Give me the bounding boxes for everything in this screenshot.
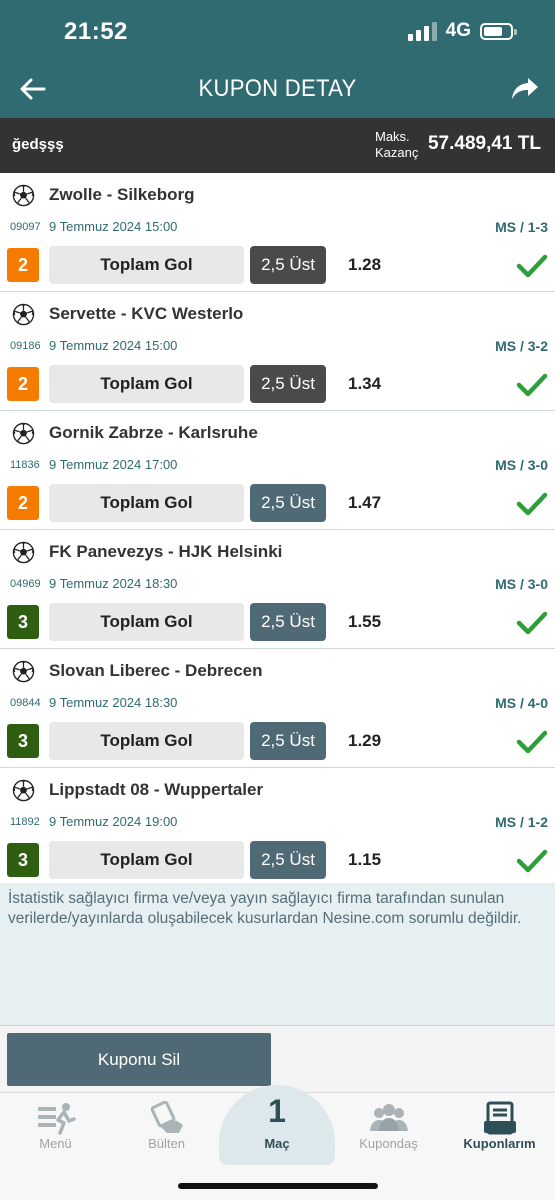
coupon-summary: ğedşşş Maks. Kazanç 57.489,41 TL: [0, 118, 555, 173]
check-icon: [516, 373, 548, 397]
mbs-badge: 3: [7, 843, 39, 877]
status-time: 21:52: [64, 18, 128, 45]
disclaimer-text: İstatistik sağlayıcı firma ve/veya yayın…: [8, 890, 522, 927]
selection-badge: 2,5 Üst: [250, 246, 326, 284]
match-teams: Gornik Zabrze - Karlsruhe: [49, 423, 258, 442]
soccer-ball-icon: [12, 779, 35, 802]
odd-value: 1.34: [348, 374, 382, 393]
odd-value: 1.55: [348, 612, 382, 631]
selection-badge: 2,5 Üst: [250, 841, 326, 879]
odd-value: 1.28: [348, 255, 382, 274]
match-date: 9 Temmuz 2024 18:30: [49, 576, 178, 591]
match-code: 11836: [10, 459, 40, 471]
max-winnings-value: 57.489,41 TL: [427, 133, 541, 154]
match-code: 09844: [10, 697, 41, 709]
home-indicator: [178, 1183, 378, 1189]
people-icon: [369, 1104, 408, 1131]
network-type: 4G: [445, 20, 471, 41]
menu-runner-icon: [37, 1103, 76, 1135]
match-result: MS / 4-0: [495, 695, 548, 711]
match-code: 04969: [10, 578, 41, 590]
disclaimer-area: İstatistik sağlayıcı firma ve/veya yayın…: [0, 883, 555, 1025]
share-icon[interactable]: [511, 76, 539, 102]
tab-kuponlarim-label: Kuponlarım: [463, 1136, 536, 1151]
market-name: Toplam Gol: [49, 722, 244, 760]
bulletin-hand-icon: [150, 1101, 183, 1133]
match-code: 11892: [10, 816, 40, 828]
market-name: Toplam Gol: [49, 841, 244, 879]
check-icon: [516, 492, 548, 516]
coupons-icon: [483, 1101, 516, 1135]
signal-icon: [407, 21, 437, 41]
page-title: KUPON DETAY: [198, 75, 357, 102]
match-teams: Slovan Liberec - Debrecen: [49, 661, 263, 680]
check-icon: [516, 611, 548, 635]
match-row[interactable]: FK Panevezys - HJK Helsinki 04969 9 Temm…: [0, 530, 555, 649]
match-result: MS / 1-2: [495, 814, 548, 830]
match-code: 09097: [10, 221, 41, 233]
soccer-ball-icon: [12, 422, 35, 445]
market-name: Toplam Gol: [49, 484, 244, 522]
match-row[interactable]: Lippstadt 08 - Wuppertaler 11892 9 Temmu…: [0, 768, 555, 887]
selection-badge: 2,5 Üst: [250, 365, 326, 403]
tab-mac[interactable]: 1 Maç: [219, 1085, 335, 1165]
selection-badge: 2,5 Üst: [250, 603, 326, 641]
match-result: MS / 3-2: [495, 338, 548, 354]
mbs-badge: 2: [7, 367, 39, 401]
battery-icon: [480, 22, 517, 40]
match-teams: Lippstadt 08 - Wuppertaler: [49, 780, 264, 799]
soccer-ball-icon: [12, 541, 35, 564]
match-code: 09186: [10, 340, 41, 352]
match-result: MS / 3-0: [495, 457, 548, 473]
soccer-ball-icon: [12, 660, 35, 683]
soccer-ball-icon: [12, 303, 35, 326]
match-date: 9 Temmuz 2024 17:00: [49, 457, 178, 472]
tab-mac-label: Maç: [264, 1136, 290, 1151]
match-teams: Servette - KVC Westerlo: [49, 304, 244, 323]
status-indicators: 4G: [407, 20, 517, 42]
market-name: Toplam Gol: [49, 603, 244, 641]
mbs-badge: 2: [7, 248, 39, 282]
coupon-name: ğedşşş: [12, 136, 64, 153]
tab-mac-count: 1: [268, 1093, 286, 1129]
match-date: 9 Temmuz 2024 18:30: [49, 695, 178, 710]
market-name: Toplam Gol: [49, 365, 244, 403]
odd-value: 1.15: [348, 850, 382, 869]
match-row[interactable]: Servette - KVC Westerlo 09186 9 Temmuz 2…: [0, 292, 555, 411]
max-winnings-label: Maks. Kazanç: [375, 129, 419, 160]
match-result: MS / 3-0: [495, 576, 548, 592]
tab-bulten[interactable]: Bülten: [111, 1093, 222, 1153]
soccer-ball-icon: [12, 184, 35, 207]
tab-kupondas-label: Kupondaş: [359, 1136, 418, 1151]
selection-badge: 2,5 Üst: [250, 722, 326, 760]
tab-bulten-label: Bülten: [148, 1136, 185, 1151]
match-teams: Zwolle - Silkeborg: [49, 185, 195, 204]
check-icon: [516, 254, 548, 278]
tab-kuponlarim[interactable]: Kuponlarım: [444, 1093, 555, 1153]
mbs-badge: 3: [7, 605, 39, 639]
mbs-badge: 3: [7, 724, 39, 758]
status-bar: 21:52 4G: [0, 0, 555, 60]
match-row[interactable]: Gornik Zabrze - Karlsruhe 11836 9 Temmuz…: [0, 411, 555, 530]
match-date: 9 Temmuz 2024 15:00: [49, 219, 178, 234]
selection-badge: 2,5 Üst: [250, 484, 326, 522]
market-name: Toplam Gol: [49, 246, 244, 284]
mbs-badge: 2: [7, 486, 39, 520]
odd-value: 1.47: [348, 493, 382, 512]
tab-kupondas[interactable]: Kupondaş: [333, 1093, 444, 1153]
match-row[interactable]: Slovan Liberec - Debrecen 09844 9 Temmuz…: [0, 649, 555, 768]
match-teams: FK Panevezys - HJK Helsinki: [49, 542, 283, 561]
action-area: Kuponu Sil: [0, 1025, 555, 1092]
check-icon: [516, 849, 548, 873]
tab-menu[interactable]: Menü: [0, 1093, 111, 1153]
tab-menu-label: Menü: [39, 1136, 72, 1151]
match-date: 9 Temmuz 2024 15:00: [49, 338, 178, 353]
match-row[interactable]: Zwolle - Silkeborg 09097 9 Temmuz 2024 1…: [0, 173, 555, 292]
nav-bar: KUPON DETAY: [0, 60, 555, 118]
delete-coupon-button[interactable]: Kuponu Sil: [7, 1033, 271, 1086]
check-icon: [516, 730, 548, 754]
match-result: MS / 1-3: [495, 219, 548, 235]
odd-value: 1.29: [348, 731, 382, 750]
match-date: 9 Temmuz 2024 19:00: [49, 814, 178, 829]
